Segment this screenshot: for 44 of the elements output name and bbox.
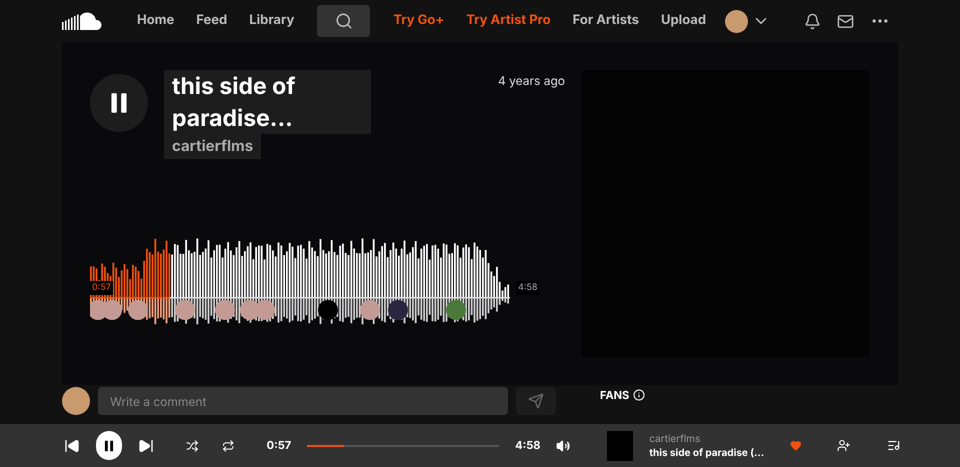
avatar: [62, 387, 90, 415]
send-button[interactable]: [516, 387, 556, 415]
comment-avatar[interactable]: [388, 300, 408, 320]
nav-link[interactable]: Feed: [185, 11, 238, 31]
nav-link[interactable]: For Artists: [562, 11, 650, 31]
comment-avatar[interactable]: [360, 300, 380, 320]
player-artist[interactable]: cartierflms: [649, 432, 774, 446]
comment-avatar[interactable]: [175, 300, 195, 320]
comment-avatar[interactable]: [255, 300, 275, 320]
fans-heading: FANS: [600, 387, 630, 404]
nav-link[interactable]: Try Artist Pro: [455, 11, 562, 31]
nav-link[interactable]: Try Go+: [382, 11, 456, 31]
player-title[interactable]: this side of paradise (...: [649, 446, 774, 460]
comment-avatar[interactable]: [215, 300, 235, 320]
search-icon: [334, 12, 353, 30]
track-thumbnail: [606, 430, 634, 460]
upload-age: 4 years ago: [498, 72, 565, 90]
like-icon[interactable]: [790, 439, 802, 452]
queue-icon[interactable]: [886, 438, 900, 453]
volume-icon[interactable]: [556, 438, 571, 454]
repeat-icon[interactable]: [222, 438, 235, 452]
info-icon[interactable]: [633, 389, 646, 402]
search-button[interactable]: [317, 5, 370, 37]
duration-time: 4:58: [515, 437, 540, 454]
nav-link[interactable]: Upload: [650, 11, 718, 31]
nav-link[interactable]: Home: [126, 11, 186, 31]
comment-field[interactable]: Write a comment: [98, 387, 508, 415]
avatar[interactable]: [725, 10, 748, 32]
notifications-icon[interactable]: [804, 12, 821, 30]
player-play-pause-button[interactable]: [96, 431, 122, 460]
current-time: 0:57: [266, 437, 292, 454]
shuffle-icon[interactable]: [186, 438, 198, 452]
send-icon: [528, 393, 544, 409]
comment-avatar[interactable]: [318, 300, 338, 320]
comment-avatar[interactable]: [446, 300, 466, 320]
mail-icon[interactable]: [837, 12, 854, 30]
track-title: this side of paradise...: [164, 70, 371, 134]
artist-link[interactable]: cartierflms: [164, 134, 262, 158]
duration-time: 4:58: [516, 281, 540, 294]
comment-avatar[interactable]: [102, 300, 122, 320]
comment-avatar[interactable]: [128, 300, 148, 320]
elapsed-time: 0:57: [90, 281, 113, 294]
follow-icon[interactable]: [837, 438, 851, 453]
nav-link[interactable]: Library: [238, 11, 306, 31]
